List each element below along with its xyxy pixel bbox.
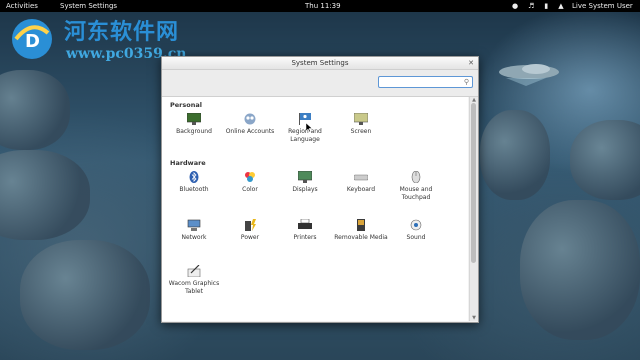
background-icon — [187, 113, 201, 125]
settings-item-printers[interactable]: Printers — [277, 219, 333, 242]
sound-icon — [410, 219, 422, 231]
settings-item-color[interactable]: Color — [222, 171, 278, 194]
settings-item-label: Keyboard — [346, 186, 376, 193]
settings-item-keyboard[interactable]: Keyboard — [333, 171, 389, 194]
toolbar: ⚲ — [162, 70, 478, 97]
rock-decoration — [20, 240, 150, 350]
network-icon — [187, 219, 201, 231]
mouse-pointer-icon — [306, 123, 312, 132]
search-input[interactable] — [379, 77, 463, 87]
settings-item-region-language[interactable]: Region and Language — [277, 113, 333, 144]
submarine-image — [499, 64, 559, 86]
printer-icon — [298, 219, 312, 229]
settings-item-label: Displays — [292, 186, 318, 193]
section-heading-personal: Personal — [170, 101, 202, 109]
svg-text:D: D — [25, 31, 40, 52]
settings-item-network[interactable]: Network — [166, 219, 222, 242]
system-tray: ● ♬ ▮ ▲ — [512, 0, 564, 12]
activities-button[interactable]: Activities — [6, 0, 38, 12]
settings-item-label: Mouse and Touchpad — [399, 186, 433, 201]
search-icon: ⚲ — [463, 78, 469, 86]
displays-icon — [298, 171, 312, 183]
vertical-scrollbar[interactable]: ▲ ▼ — [469, 97, 478, 321]
settings-item-background[interactable]: Background — [166, 113, 222, 136]
settings-item-removable-media[interactable]: Removable Media — [333, 219, 389, 242]
screen-icon — [354, 113, 368, 125]
settings-item-sound[interactable]: Sound — [388, 219, 444, 242]
settings-item-screen[interactable]: Screen — [333, 113, 389, 136]
bluetooth-icon — [189, 171, 199, 183]
online-accounts-icon — [244, 113, 256, 125]
clock-button[interactable]: Thu 11:39 — [305, 0, 341, 12]
settings-item-label: Color — [242, 186, 258, 193]
system-settings-window: System Settings ✕ ⚲ Personal Background … — [161, 56, 479, 323]
keyboard-icon — [354, 174, 368, 181]
settings-item-label: Background — [176, 128, 212, 135]
settings-item-label: Printers — [293, 234, 317, 241]
settings-item-label: Online Accounts — [225, 128, 275, 135]
network-icon[interactable]: ▲ — [558, 0, 563, 12]
settings-item-label: Wacom Graphics Tablet — [168, 280, 220, 295]
user-menu-button[interactable]: Live System User — [572, 0, 633, 12]
settings-item-label: Bluetooth — [179, 186, 209, 193]
settings-item-power[interactable]: Power — [222, 219, 278, 242]
battery-icon[interactable]: ▮ — [544, 0, 548, 12]
removable-media-icon — [357, 219, 365, 231]
settings-item-displays[interactable]: Displays — [277, 171, 333, 194]
app-menu-button[interactable]: System Settings — [60, 0, 117, 12]
settings-item-label: Network — [181, 234, 207, 241]
section-heading-hardware: Hardware — [170, 159, 206, 167]
scroll-down-icon[interactable]: ▼ — [470, 315, 478, 321]
rock-decoration — [0, 70, 70, 150]
color-icon — [245, 172, 255, 182]
watermark-title: 河东软件网 — [64, 19, 180, 45]
settings-item-bluetooth[interactable]: Bluetooth — [166, 171, 222, 194]
volume-icon[interactable]: ♬ — [528, 0, 534, 12]
settings-item-online-accounts[interactable]: Online Accounts — [222, 113, 278, 136]
watermark-logo-icon: D — [12, 19, 52, 59]
window-titlebar[interactable]: System Settings ✕ — [162, 57, 478, 70]
settings-item-label: Sound — [406, 234, 426, 241]
rock-decoration — [480, 110, 550, 200]
rock-decoration — [520, 200, 640, 340]
power-icon — [245, 219, 256, 231]
window-title: System Settings — [291, 59, 349, 67]
mouse-icon — [411, 171, 421, 183]
top-bar: Activities System Settings Thu 11:39 ● ♬… — [0, 0, 640, 12]
rock-decoration — [570, 120, 640, 200]
settings-item-label: Region and Language — [288, 128, 322, 143]
settings-item-mouse-touchpad[interactable]: Mouse and Touchpad — [388, 171, 444, 202]
accessibility-icon[interactable]: ● — [512, 0, 518, 12]
search-field[interactable]: ⚲ — [378, 76, 473, 88]
settings-panel-grid: Personal Background Online Accounts Regi… — [162, 97, 468, 321]
settings-item-wacom-tablet[interactable]: Wacom Graphics Tablet — [166, 265, 222, 296]
scrollbar-thumb[interactable] — [471, 103, 476, 263]
settings-item-label: Removable Media — [334, 234, 388, 241]
wacom-tablet-icon — [187, 265, 201, 277]
settings-item-label: Screen — [350, 128, 372, 135]
settings-item-label: Power — [240, 234, 260, 241]
rock-decoration — [0, 150, 90, 240]
close-button[interactable]: ✕ — [467, 59, 475, 67]
